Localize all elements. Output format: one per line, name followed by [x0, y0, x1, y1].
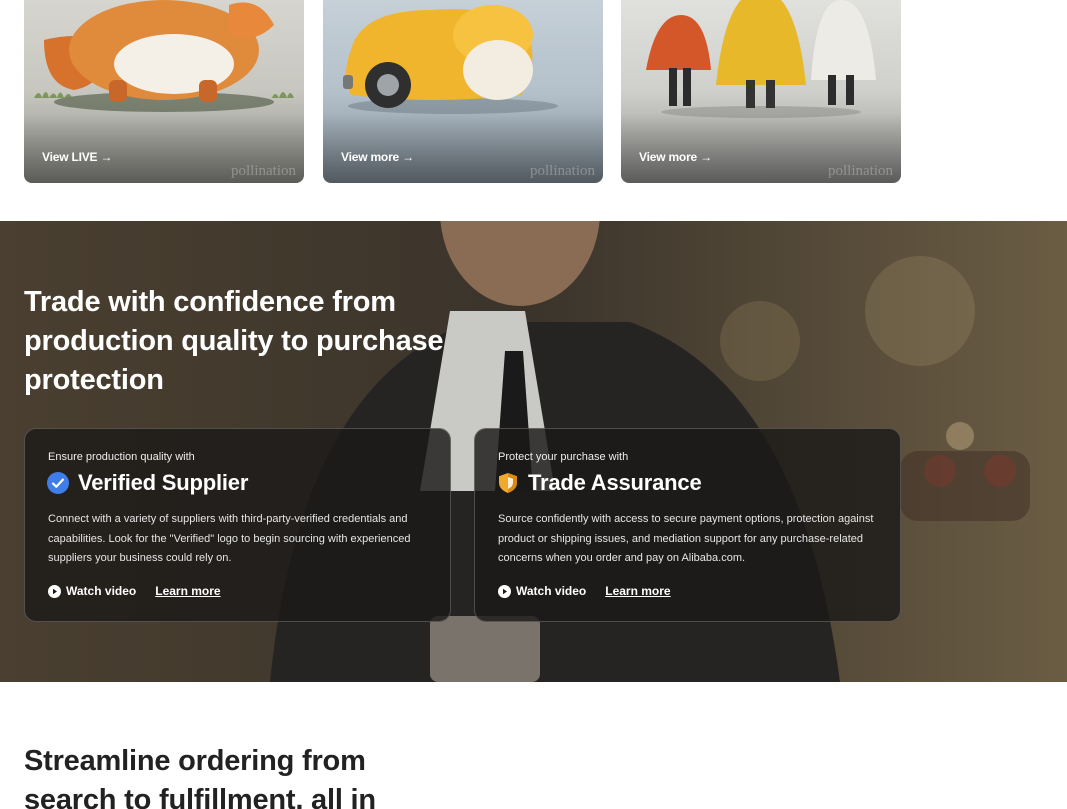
panel-heading: Trade Assurance	[497, 470, 702, 496]
watch-video-button[interactable]: Watch video	[48, 584, 136, 598]
view-more-link[interactable]: View more →	[341, 150, 414, 164]
watch-video-button[interactable]: Watch video	[498, 584, 586, 598]
view-more-link[interactable]: View more →	[639, 150, 712, 164]
card-kids-raincoats[interactable]: pollination View more →	[621, 0, 901, 183]
verified-check-icon	[47, 472, 69, 494]
watch-video-label: Watch video	[66, 584, 137, 598]
learn-more-link[interactable]: Learn more	[155, 584, 220, 598]
learn-more-link[interactable]: Learn more	[605, 584, 670, 598]
section-title: Streamline ordering from search to fulfi…	[24, 745, 376, 809]
panel-eyebrow: Ensure production quality with	[48, 451, 195, 463]
panel-title: Verified Supplier	[78, 470, 249, 495]
card-watermark: pollination	[530, 163, 595, 179]
card-watermark: pollination	[828, 163, 893, 179]
trade-confidence-section: Trade with confidence from production qu…	[0, 221, 1067, 682]
view-live-link[interactable]: View LIVE →	[42, 150, 112, 164]
watch-video-label: Watch video	[516, 584, 587, 598]
play-icon	[498, 584, 511, 598]
panel-actions: Watch video Learn more	[498, 584, 671, 598]
panel-heading: Verified Supplier	[47, 470, 248, 496]
panel-title: Trade Assurance	[528, 470, 702, 495]
card-fox[interactable]: pollination View LIVE →	[24, 0, 304, 183]
panel-description: Connect with a variety of suppliers with…	[48, 513, 411, 564]
verified-supplier-panel: Ensure production quality with Verified …	[24, 428, 451, 622]
inspiration-cards: pollination View LIVE → pollination View…	[0, 0, 1067, 184]
panel-description: Source confidently with access to secure…	[498, 513, 874, 564]
card-duck-car[interactable]: pollination View more →	[323, 0, 603, 183]
hero-title: Trade with confidence from production qu…	[24, 286, 444, 396]
play-icon	[48, 584, 61, 598]
panel-actions: Watch video Learn more	[48, 584, 221, 598]
shield-icon	[499, 473, 517, 493]
panel-eyebrow: Protect your purchase with	[498, 451, 629, 463]
trade-assurance-panel: Protect your purchase with Trade Assuran…	[474, 428, 901, 622]
card-watermark: pollination	[231, 163, 296, 179]
